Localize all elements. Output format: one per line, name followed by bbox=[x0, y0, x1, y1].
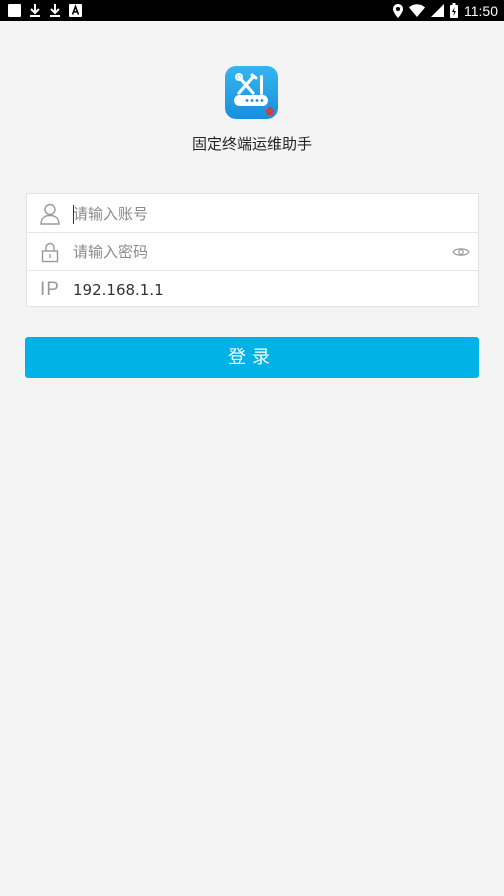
account-row bbox=[27, 196, 478, 233]
ip-row: IP bbox=[27, 271, 478, 308]
font-icon bbox=[69, 3, 82, 17]
notification-icons bbox=[8, 3, 82, 17]
download-icon bbox=[50, 4, 60, 17]
password-input[interactable] bbox=[73, 237, 444, 267]
lock-icon bbox=[27, 234, 73, 271]
login-button[interactable]: 登录 bbox=[25, 337, 479, 378]
account-input[interactable] bbox=[73, 199, 478, 229]
location-icon bbox=[393, 3, 403, 18]
app-title: 固定终端运维助手 bbox=[191, 135, 312, 153]
download-icon bbox=[30, 4, 40, 17]
ip-label-icon: IP bbox=[27, 271, 73, 308]
user-icon bbox=[27, 196, 73, 233]
clock: 11:50 bbox=[464, 2, 498, 19]
text-cursor bbox=[73, 205, 74, 224]
router-tools-icon bbox=[234, 73, 275, 116]
password-row bbox=[27, 234, 478, 271]
show-password-eye-icon[interactable] bbox=[444, 234, 478, 271]
ip-input[interactable] bbox=[73, 274, 478, 305]
wifi-icon bbox=[409, 4, 425, 17]
app-logo bbox=[225, 66, 278, 119]
battery-icon bbox=[450, 3, 458, 18]
system-icons: 11:50 bbox=[393, 0, 498, 21]
status-bar: 11:50 bbox=[0, 0, 504, 21]
signal-icon bbox=[431, 4, 444, 17]
ip-label: IP bbox=[40, 278, 60, 300]
login-form: IP bbox=[26, 193, 479, 307]
square-notification-icon bbox=[8, 3, 21, 17]
